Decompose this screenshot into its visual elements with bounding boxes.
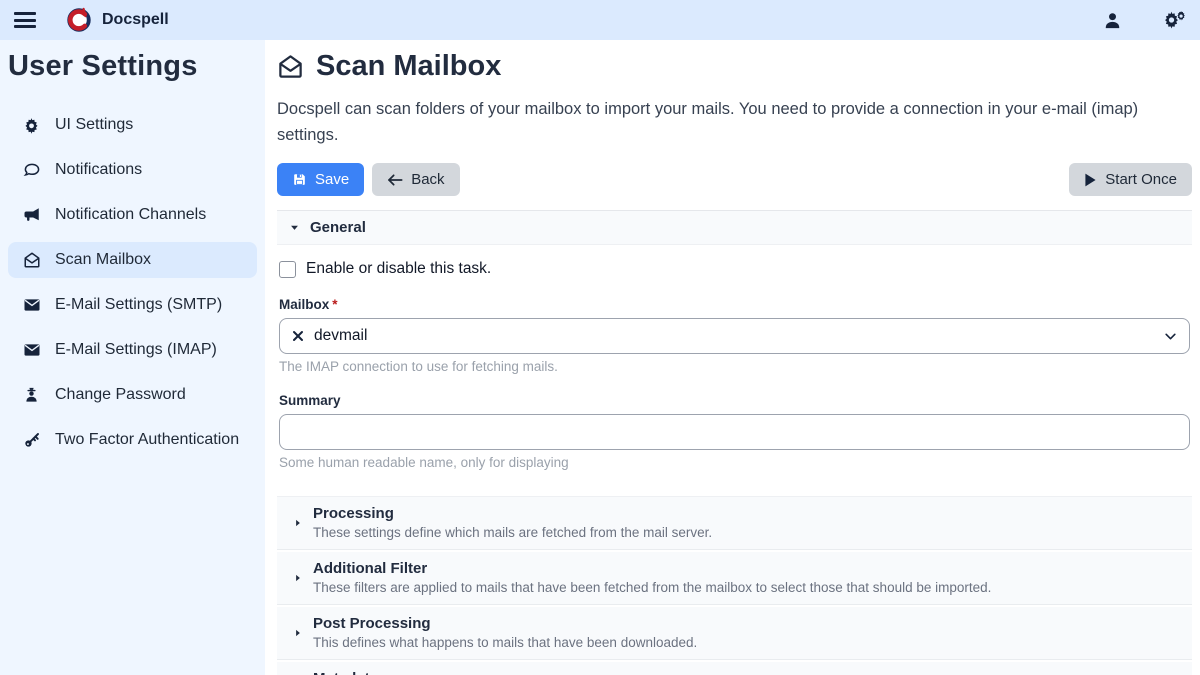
key-icon	[22, 431, 41, 449]
mailbox-select[interactable]: devmail	[279, 318, 1190, 354]
section-description: These filters are applied to mails that …	[313, 580, 1180, 595]
mailbox-field: Mailbox* devmail The IMAP con	[279, 297, 1190, 374]
sidebar-item-notification-channels[interactable]: Notification Channels	[8, 197, 257, 233]
general-section-header[interactable]: General	[277, 210, 1192, 245]
sidebar-item-label: Change Password	[55, 386, 186, 404]
mailbox-help-text: The IMAP connection to use for fetching …	[279, 359, 1190, 374]
play-icon	[1084, 173, 1097, 187]
caret-down-icon	[289, 222, 300, 233]
envelope-open-icon	[22, 251, 41, 269]
sidebar-item-label: E-Mail Settings (SMTP)	[55, 296, 222, 314]
main-content: Scan Mailbox Docspell can scan folders o…	[265, 40, 1200, 675]
sidebar-nav: UI Settings Notifications Notification C…	[8, 107, 257, 458]
sidebar-item-ui-settings[interactable]: UI Settings	[8, 107, 257, 143]
sidebar-item-label: Scan Mailbox	[55, 251, 151, 269]
chevron-down-icon	[1164, 330, 1177, 343]
comment-icon	[22, 161, 41, 179]
section-title: Post Processing	[313, 615, 1180, 632]
general-section-body: Enable or disable this task. Mailbox* de…	[277, 245, 1192, 474]
caret-right-icon	[293, 573, 303, 584]
start-once-button-label: Start Once	[1105, 171, 1177, 188]
save-button-label: Save	[315, 171, 349, 188]
collapsed-sections: Processing These settings define which m…	[277, 496, 1192, 675]
page-description: Docspell can scan folders of your mailbo…	[277, 97, 1192, 148]
bullhorn-icon	[22, 206, 41, 224]
save-button[interactable]: Save	[277, 163, 364, 196]
sidebar-item-label: Two Factor Authentication	[55, 431, 239, 449]
summary-field: Summary Some human readable name, only f…	[279, 393, 1190, 470]
required-marker: *	[332, 297, 337, 312]
section-metadata[interactable]: Metadata Define metadata that should be …	[277, 662, 1192, 675]
user-secret-icon	[22, 386, 41, 404]
page-title: Scan Mailbox	[316, 50, 501, 83]
save-floppy-icon	[292, 172, 307, 187]
general-section-label: General	[310, 219, 366, 236]
mailbox-selected-value: devmail	[314, 327, 367, 345]
envelope-icon	[22, 296, 41, 314]
docspell-logo-icon	[66, 7, 92, 33]
sidebar-item-two-factor[interactable]: Two Factor Authentication	[8, 422, 257, 458]
toolbar: Save Back Start Once	[277, 163, 1192, 196]
summary-input[interactable]	[279, 414, 1190, 450]
sidebar-item-label: Notifications	[55, 161, 142, 179]
start-once-button[interactable]: Start Once	[1069, 163, 1192, 196]
section-title: Processing	[313, 505, 1180, 522]
sidebar-item-label: Notification Channels	[55, 206, 206, 224]
sidebar: User Settings UI Settings Notificatio	[0, 40, 265, 675]
sidebar-item-change-password[interactable]: Change Password	[8, 377, 257, 413]
summary-help-text: Some human readable name, only for displ…	[279, 455, 1190, 470]
section-title: Additional Filter	[313, 560, 1180, 577]
sidebar-item-email-imap[interactable]: E-Mail Settings (IMAP)	[8, 332, 257, 368]
sidebar-item-label: E-Mail Settings (IMAP)	[55, 341, 217, 359]
section-processing[interactable]: Processing These settings define which m…	[277, 496, 1192, 550]
sidebar-item-notifications[interactable]: Notifications	[8, 152, 257, 188]
enable-task-label: Enable or disable this task.	[306, 260, 491, 278]
sidebar-item-scan-mailbox[interactable]: Scan Mailbox	[8, 242, 257, 278]
summary-label: Summary	[279, 393, 1190, 408]
gear-icon	[22, 117, 41, 134]
sidebar-title: User Settings	[8, 48, 257, 83]
page-head: Scan Mailbox	[277, 50, 1192, 83]
menu-hamburger-icon[interactable]	[14, 12, 36, 28]
back-button[interactable]: Back	[372, 163, 459, 196]
section-description: This defines what happens to mails that …	[313, 635, 1180, 650]
settings-cogs-icon[interactable]	[1162, 10, 1186, 30]
section-additional-filter[interactable]: Additional Filter These filters are appl…	[277, 552, 1192, 605]
brand[interactable]: Docspell	[66, 7, 169, 33]
sidebar-item-label: UI Settings	[55, 116, 133, 134]
back-button-label: Back	[411, 171, 444, 188]
arrow-left-icon	[387, 173, 403, 187]
envelope-open-icon	[277, 53, 304, 80]
section-post-processing[interactable]: Post Processing This defines what happen…	[277, 607, 1192, 660]
caret-right-icon	[293, 628, 303, 639]
envelope-icon	[22, 341, 41, 359]
clear-x-icon[interactable]	[292, 330, 304, 342]
top-navbar: Docspell	[0, 0, 1200, 40]
enable-task-checkbox[interactable]	[279, 261, 296, 278]
brand-name: Docspell	[102, 11, 169, 29]
sidebar-item-email-smtp[interactable]: E-Mail Settings (SMTP)	[8, 287, 257, 323]
user-account-icon[interactable]	[1103, 11, 1122, 30]
enable-task-checkbox-row[interactable]: Enable or disable this task.	[279, 260, 1190, 278]
mailbox-label: Mailbox*	[279, 297, 1190, 312]
caret-right-icon	[293, 518, 303, 529]
section-title: Metadata	[313, 670, 1180, 675]
section-description: These settings define which mails are fe…	[313, 525, 1180, 540]
